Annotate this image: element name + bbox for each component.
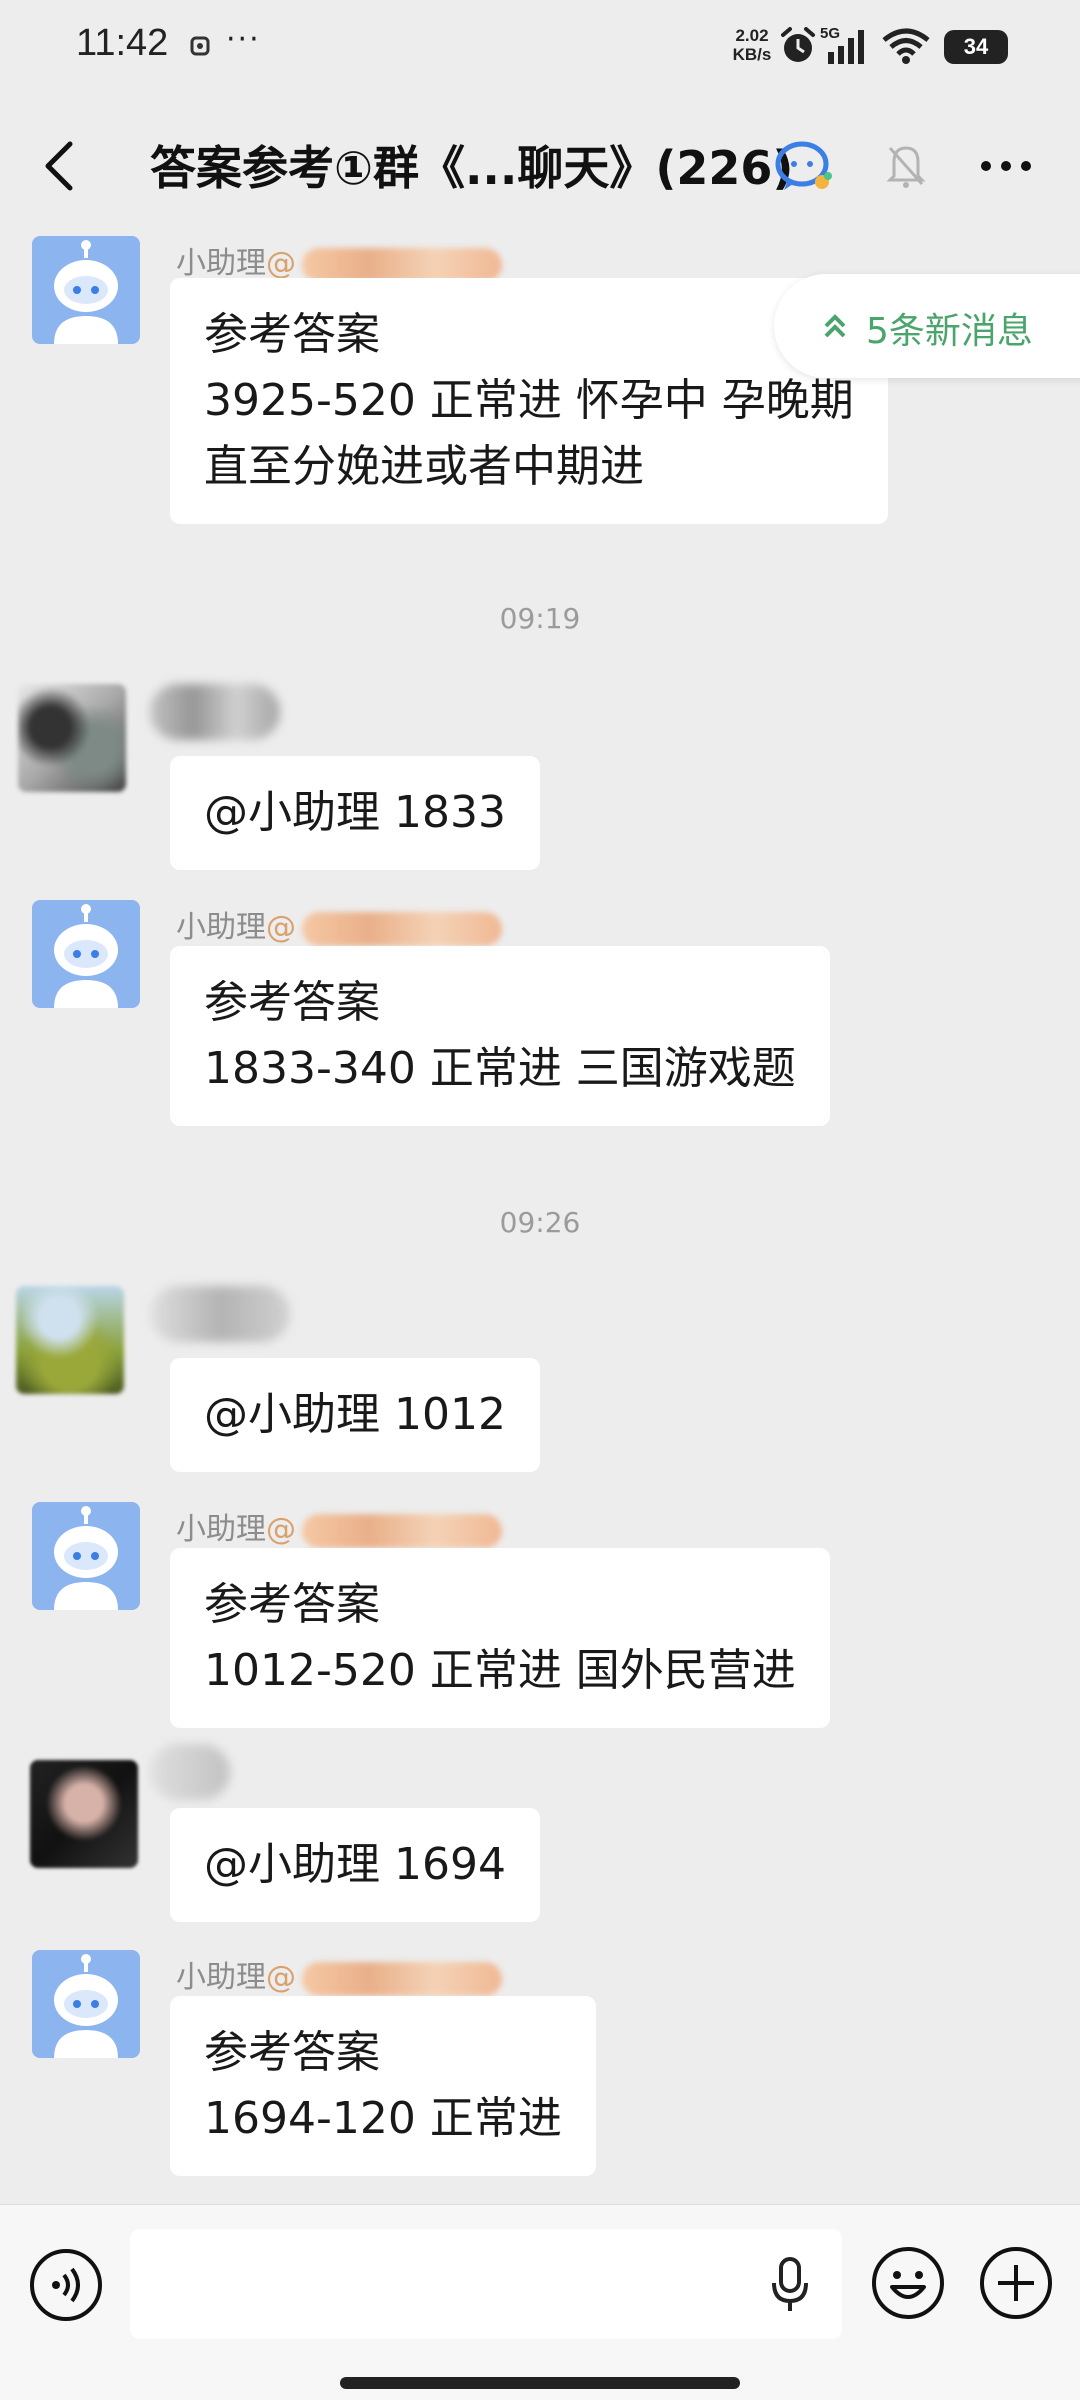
- user-avatar[interactable]: [30, 1760, 138, 1868]
- message-bubble[interactable]: @小助理 1833: [170, 756, 540, 870]
- more-icon[interactable]: [978, 158, 1034, 174]
- message-bubble[interactable]: 参考答案 1012-520 正常进 国外民营进: [170, 1548, 830, 1728]
- sender-name: 小助理@: [176, 902, 502, 946]
- redacted-name: [302, 911, 502, 946]
- bot-avatar[interactable]: [32, 900, 140, 1008]
- user-avatar[interactable]: [18, 684, 126, 792]
- robot-icon: [54, 1954, 118, 2058]
- robot-icon: [54, 904, 118, 1008]
- emoji-icon[interactable]: [870, 2245, 946, 2321]
- message-input[interactable]: [130, 2229, 842, 2339]
- chat-title[interactable]: 答案参考①群《...聊天》(226): [150, 132, 793, 198]
- robot-icon: [54, 1506, 118, 1610]
- mute-bell-icon: [886, 146, 926, 188]
- home-indicator[interactable]: [340, 2377, 740, 2389]
- double-chevron-up-icon: [824, 314, 846, 338]
- battery-icon: 34: [944, 30, 1008, 64]
- sender-name: 小助理@: [176, 1952, 502, 1996]
- sender-name: 小助理@: [176, 238, 502, 282]
- signal-icon: 5G: [820, 25, 864, 64]
- notification-icon: [190, 36, 210, 56]
- status-bar: 11:42 ··· 2.02 KB/s 5G 34: [0, 0, 1080, 96]
- back-arrow-icon[interactable]: [40, 138, 80, 194]
- timestamp: 09:26: [499, 1206, 581, 1239]
- timestamp: 09:19: [499, 602, 581, 635]
- bot-avatar[interactable]: [32, 1502, 140, 1610]
- alarm-icon: [781, 27, 815, 62]
- redacted-name: [302, 247, 502, 282]
- redacted-name: [302, 1961, 502, 1996]
- new-messages-label: 5条新消息: [866, 311, 1033, 352]
- status-more-icon: ···: [226, 22, 261, 57]
- voice-icon[interactable]: [28, 2247, 104, 2323]
- mic-icon[interactable]: [770, 2257, 810, 2313]
- redacted-name: [150, 1744, 230, 1800]
- user-avatar[interactable]: [16, 1286, 124, 1394]
- status-time: 11:42: [76, 22, 169, 64]
- wifi-icon: [882, 28, 930, 64]
- battery-level: 34: [963, 34, 989, 59]
- message-bubble[interactable]: @小助理 1012: [170, 1358, 540, 1472]
- new-messages-button[interactable]: 5条新消息: [774, 274, 1080, 378]
- redacted-name: [150, 684, 280, 740]
- input-bar: [0, 2204, 1080, 2400]
- network-type: 5G: [820, 25, 840, 42]
- redacted-name: [150, 1286, 290, 1342]
- chat-bot-icon[interactable]: [774, 136, 834, 196]
- robot-icon: [54, 240, 118, 344]
- network-speed-value: 2.02: [735, 26, 769, 45]
- bot-avatar[interactable]: [32, 236, 140, 344]
- network-speed-unit: KB/s: [732, 45, 772, 64]
- message-bubble[interactable]: @小助理 1694: [170, 1808, 540, 1922]
- sender-name: 小助理@: [176, 1504, 502, 1548]
- message-bubble[interactable]: 参考答案 1833-340 正常进 三国游戏题: [170, 946, 830, 1126]
- network-speed: 2.02 KB/s: [728, 26, 776, 64]
- chat-header: 答案参考①群《...聊天》(226): [0, 96, 1080, 236]
- message-list[interactable]: 小助理@ 参考答案 3925-520 正常进 怀孕中 孕晚期 直至分娩进或者中期…: [0, 236, 1080, 2204]
- message-bubble[interactable]: 参考答案 1694-120 正常进: [170, 1996, 596, 2176]
- redacted-name: [302, 1513, 502, 1548]
- bot-avatar[interactable]: [32, 1950, 140, 2058]
- plus-icon[interactable]: [978, 2245, 1054, 2321]
